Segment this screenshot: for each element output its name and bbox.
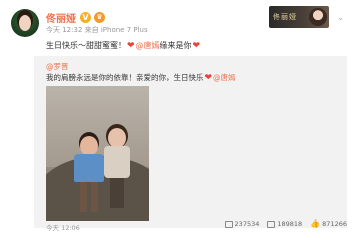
retweet-block: @罗晋 我的肩膀永远是你的依靠！亲爱的你，生日快乐 ❤ @唐嫣 今天 12:06 — [34, 56, 347, 232]
heart-icon: ❤ — [192, 40, 201, 51]
author-name-row: 佟丽娅 V ♛ — [46, 10, 105, 25]
heart-icon: ❤ — [204, 72, 213, 83]
photo-girl — [104, 128, 130, 208]
photo-boy-head — [80, 136, 98, 156]
retweet-text: 我的肩膀永远是你的依靠！亲爱的你，生日快乐 ❤ @唐嫣 — [46, 72, 236, 83]
mention-link[interactable]: @唐嫣 — [136, 40, 160, 51]
photo-boy-leg — [80, 182, 87, 212]
chevron-down-icon[interactable]: ⌄ — [337, 13, 344, 22]
corner-card-label: 佟丽娅 — [273, 13, 297, 21]
retweet-author[interactable]: @罗晋 — [46, 61, 69, 72]
thumbs-up-icon: 👍 — [310, 219, 321, 228]
author-avatar[interactable] — [11, 9, 39, 37]
retweet-meta: 今天 12:06 — [46, 224, 80, 232]
retweet-stats: 237534 189818 👍 871266 — [217, 220, 347, 228]
weibo-post: 佟丽娅 V ♛ 今天 12:32 来自 iPhone 7 Plus 佟丽娅 ⌄ … — [0, 0, 353, 240]
retweet-text-part1: 我的肩膀永远是你的依靠！亲爱的你，生日快乐 — [46, 73, 204, 82]
photo-boy — [74, 136, 104, 212]
photo-boy-leg — [91, 182, 98, 212]
corner-card-avatar — [309, 8, 327, 26]
repost-stat[interactable]: 237534 — [224, 220, 260, 228]
like-stat[interactable]: 👍 871266 — [310, 219, 347, 229]
photo-girl-legs — [110, 178, 124, 208]
verified-badge-icon: V — [80, 11, 91, 23]
comment-count: 189818 — [277, 220, 303, 228]
retweet-mention-link[interactable]: @唐嫣 — [213, 72, 236, 83]
repost-count: 237534 — [234, 220, 260, 228]
post-meta: 今天 12:32 来自 iPhone 7 Plus — [46, 26, 148, 34]
author-name[interactable]: 佟丽娅 — [46, 10, 76, 25]
heart-icon: ❤ — [127, 40, 135, 51]
like-count: 871266 — [322, 220, 347, 228]
post-text-part2: 缘来是你 — [159, 41, 192, 50]
photo-girl-body — [104, 146, 130, 178]
retweet-photo[interactable] — [46, 86, 149, 221]
photo-boy-body — [74, 154, 104, 182]
photo-girl-head — [108, 128, 126, 148]
comment-stat[interactable]: 189818 — [267, 220, 302, 228]
corner-card[interactable]: 佟丽娅 — [269, 6, 329, 28]
repost-icon — [224, 220, 233, 228]
post-text-part1: 生日快乐～甜甜蜜蜜！ — [46, 41, 126, 50]
comment-icon — [267, 220, 276, 228]
post-text: 生日快乐～甜甜蜜蜜！ ❤ @唐嫣 缘来是你 ❤ — [46, 40, 201, 51]
member-crown-icon: ♛ — [94, 11, 105, 23]
